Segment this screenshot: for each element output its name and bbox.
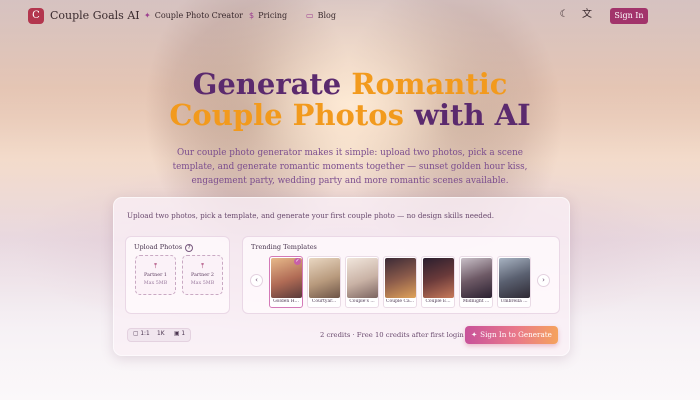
upload-photos-title: Upload Photos?: [134, 243, 194, 252]
template-card[interactable]: Courtyar...: [307, 256, 341, 308]
template-caption: Umbrella ...: [500, 299, 528, 304]
sparkle-icon: ✦: [144, 11, 151, 20]
template-card[interactable]: Midnight ...: [459, 256, 493, 308]
template-caption: Courtyar...: [311, 299, 337, 304]
aspect-ratio-option[interactable]: ▢ 1:1: [133, 331, 150, 337]
credits-info: 2 credits · Free 10 credits after first …: [320, 331, 464, 339]
help-icon[interactable]: ?: [185, 244, 194, 252]
section-title: Upload Photos: [134, 243, 183, 251]
theme-toggle-moon-icon[interactable]: ☾: [557, 8, 571, 22]
selected-check-icon: ✓: [294, 258, 301, 265]
sign-in-button[interactable]: Sign In: [610, 8, 648, 24]
template-card[interactable]: Couple E...: [421, 256, 455, 308]
resolution-option[interactable]: 1K: [157, 331, 165, 337]
slot-limit: Max 5MB: [190, 281, 215, 286]
upload-icon: ⤒: [200, 262, 205, 270]
template-caption: Couple Ca...: [386, 299, 414, 304]
template-thumbnail: [385, 258, 416, 298]
slot-label: Partner 2: [191, 273, 214, 278]
brand-logo[interactable]: C: [28, 8, 44, 24]
trending-templates-section: Trending Templates ‹ ✓ Golden H... Court…: [242, 236, 560, 314]
title-part: with AI: [414, 98, 531, 132]
nav-label: Blog: [317, 11, 336, 20]
template-card[interactable]: Couple's ...: [345, 256, 379, 308]
template-card[interactable]: Umbrella ...: [497, 256, 531, 308]
top-navigation: C Couple Goals AI ✦ Couple Photo Creator …: [0, 0, 700, 32]
template-caption: Midnight ...: [462, 299, 490, 304]
book-icon: ▭: [306, 11, 314, 20]
nav-pricing[interactable]: $ Pricing: [249, 11, 287, 20]
hero-title-line-2: Couple Photos with AI: [0, 99, 700, 132]
carousel-prev-chevron-icon[interactable]: ‹: [250, 274, 263, 287]
nav-label: Pricing: [258, 11, 288, 20]
template-caption: Couple's ...: [349, 299, 375, 304]
upload-photos-section: Upload Photos? ⤒ Partner 1 Max 5MB ⤒ Par…: [125, 236, 230, 314]
upload-icon: ⤒: [153, 262, 158, 270]
template-card[interactable]: ✓ Golden H...: [269, 256, 303, 308]
slot-limit: Max 5MB: [143, 281, 168, 286]
sparkle-icon: ✦: [471, 330, 478, 339]
hero-subtitle: Our couple photo generator makes it simp…: [172, 148, 528, 186]
nav-label: Couple Photo Creator: [154, 11, 243, 20]
image-count-value: 1: [181, 331, 186, 337]
template-thumbnail: [499, 258, 530, 298]
carousel-next-chevron-icon[interactable]: ›: [537, 274, 550, 287]
dollar-icon: $: [249, 11, 255, 20]
title-part: Generate: [192, 67, 352, 101]
template-thumbnail: [461, 258, 492, 298]
nav-couple-photo-creator[interactable]: ✦ Couple Photo Creator: [144, 11, 243, 20]
template-caption: Couple E...: [425, 299, 451, 304]
aspect-ratio-value: 1:1: [140, 331, 150, 337]
template-card[interactable]: Couple Ca...: [383, 256, 417, 308]
template-caption: Golden H...: [273, 299, 299, 304]
trending-templates-title: Trending Templates: [251, 243, 317, 251]
title-part-highlight: Romantic: [351, 67, 508, 101]
button-label: Sign In to Generate: [480, 330, 552, 339]
sign-in-to-generate-button[interactable]: ✦ Sign In to Generate: [465, 326, 558, 344]
language-translate-icon[interactable]: 文: [580, 8, 594, 22]
generator-panel: Upload two photos, pick a template, and …: [113, 197, 570, 356]
image-count-option[interactable]: ▣ 1: [174, 331, 185, 337]
nav-blog[interactable]: ▭ Blog: [306, 11, 336, 20]
hero-title-line-1: Generate Romantic: [0, 68, 700, 101]
brand-name[interactable]: Couple Goals AI: [50, 9, 140, 22]
template-thumbnail: [347, 258, 378, 298]
template-thumbnail: [309, 258, 340, 298]
title-part-highlight: Couple Photos: [169, 98, 415, 132]
generation-options: ▢ 1:1 1K ▣ 1: [127, 328, 191, 342]
slot-label: Partner 1: [144, 273, 167, 278]
panel-hint: Upload two photos, pick a template, and …: [127, 211, 494, 220]
partner-1-upload-slot[interactable]: ⤒ Partner 1 Max 5MB: [135, 255, 176, 295]
template-thumbnail: [423, 258, 454, 298]
partner-2-upload-slot[interactable]: ⤒ Partner 2 Max 5MB: [182, 255, 223, 295]
